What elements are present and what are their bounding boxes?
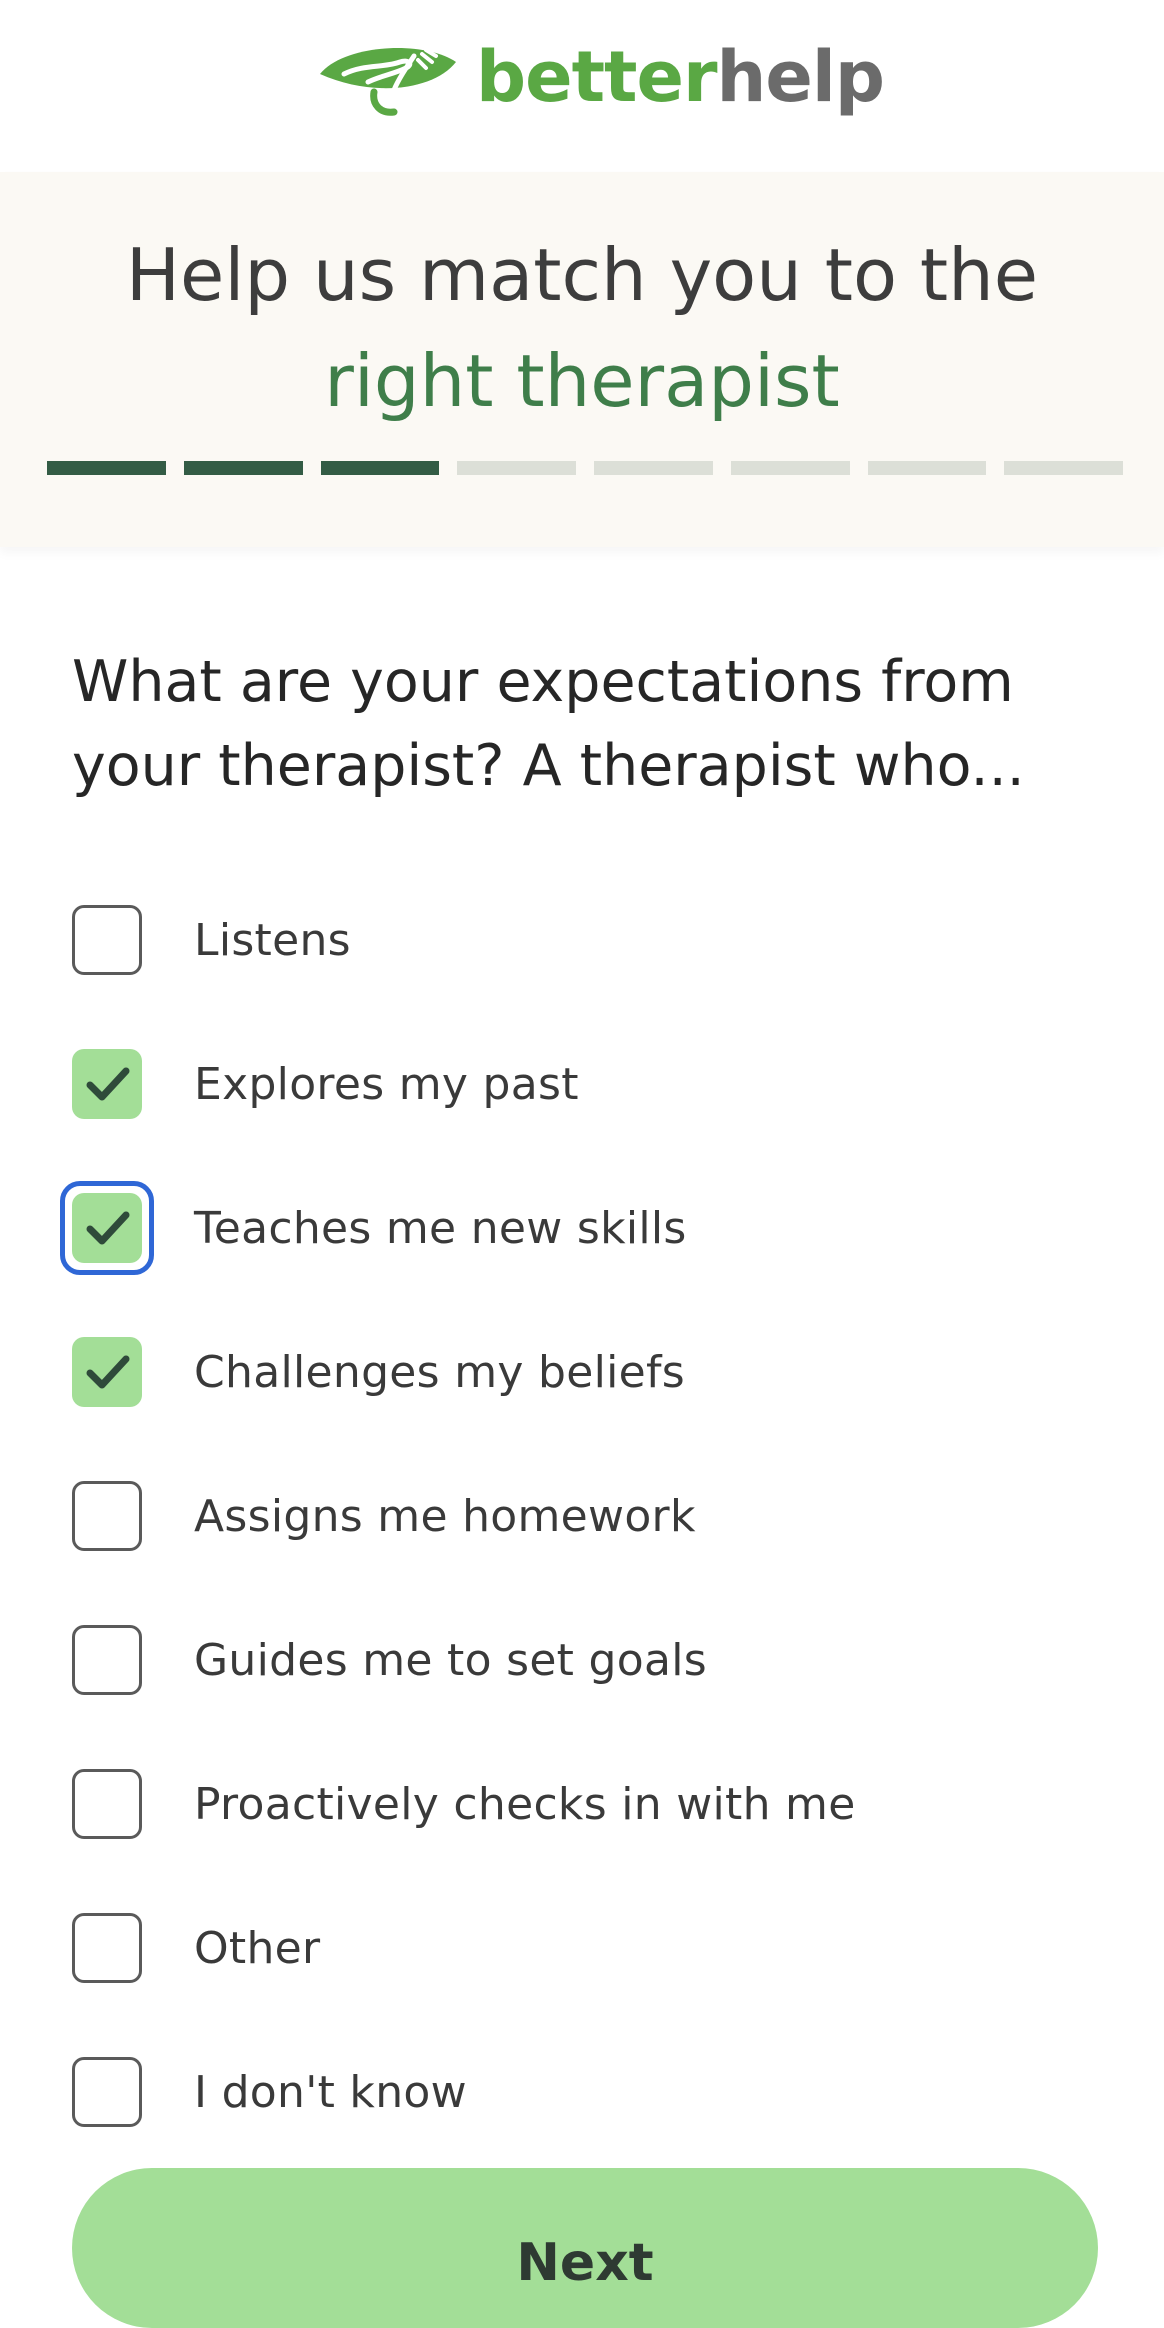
- page-title-line1: Help us match you to the: [125, 233, 1039, 317]
- checkbox[interactable]: [72, 1625, 142, 1695]
- options-list: Listens Explores my past Teaches me new sk…: [60, 868, 1122, 2164]
- checkbox[interactable]: [72, 2057, 142, 2127]
- checkbox[interactable]: [72, 1913, 142, 1983]
- option-item[interactable]: I don't know: [62, 2020, 1122, 2164]
- option-label: Proactively checks in with me: [194, 1778, 856, 1830]
- checkbox-checked[interactable]: [72, 1049, 142, 1119]
- hands-leaf-icon: [320, 48, 456, 116]
- option-label: Guides me to set goals: [194, 1634, 707, 1686]
- site-header: betterhelp: [0, 0, 1164, 172]
- option-label: Other: [194, 1922, 321, 1974]
- option-item[interactable]: Explores my past: [62, 1012, 1122, 1156]
- checkmark-icon: [86, 1067, 130, 1101]
- question-text: What are your expectations from your the…: [72, 649, 1025, 799]
- checkbox[interactable]: [72, 905, 142, 975]
- progress-segment-pending: [594, 461, 713, 475]
- option-item[interactable]: Assigns me homework: [62, 1444, 1122, 1588]
- next-button-label: Next: [516, 2233, 654, 2293]
- option-label: I don't know: [194, 2066, 467, 2118]
- option-label: Assigns me homework: [194, 1490, 696, 1542]
- progress-segment-complete: [320, 461, 440, 475]
- match-banner: Help us match you to the right therapist: [0, 172, 1164, 547]
- progress-segment-pending: [457, 461, 576, 475]
- progress-segment-pending: [730, 461, 850, 475]
- progress-segment-pending: [1004, 461, 1123, 475]
- betterhelp-logo[interactable]: betterhelp: [314, 34, 885, 120]
- checkbox-checked[interactable]: [60, 1181, 154, 1275]
- next-button[interactable]: Next: [72, 2168, 1098, 2328]
- page-title: Help us match you to the right therapist: [0, 222, 1164, 434]
- option-label: Challenges my beliefs: [194, 1346, 686, 1398]
- option-item[interactable]: Listens: [62, 868, 1122, 1012]
- option-item[interactable]: Guides me to set goals: [62, 1588, 1122, 1732]
- option-item[interactable]: Other: [62, 1876, 1122, 2020]
- progress-bar: [47, 461, 1123, 475]
- option-label: Explores my past: [194, 1058, 579, 1110]
- option-item[interactable]: Teaches me new skills: [60, 1156, 1122, 1300]
- progress-segment-complete: [47, 461, 166, 475]
- checkmark-icon: [86, 1355, 130, 1389]
- logo-help: help: [716, 36, 885, 118]
- checkbox[interactable]: [72, 1481, 142, 1551]
- option-item[interactable]: Challenges my beliefs: [62, 1300, 1122, 1444]
- logo-wordmark: betterhelp: [476, 42, 885, 112]
- page-title-line2: right therapist: [324, 339, 840, 423]
- checkbox[interactable]: [72, 1769, 142, 1839]
- progress-segment-pending: [867, 461, 987, 475]
- option-label: Teaches me new skills: [194, 1202, 687, 1254]
- checkmark-icon: [86, 1211, 130, 1245]
- progress-segment-complete: [183, 461, 303, 475]
- checkbox-checked[interactable]: [72, 1337, 142, 1407]
- option-item[interactable]: Proactively checks in with me: [62, 1732, 1122, 1876]
- logo-better: better: [476, 36, 718, 118]
- option-label: Listens: [194, 914, 351, 966]
